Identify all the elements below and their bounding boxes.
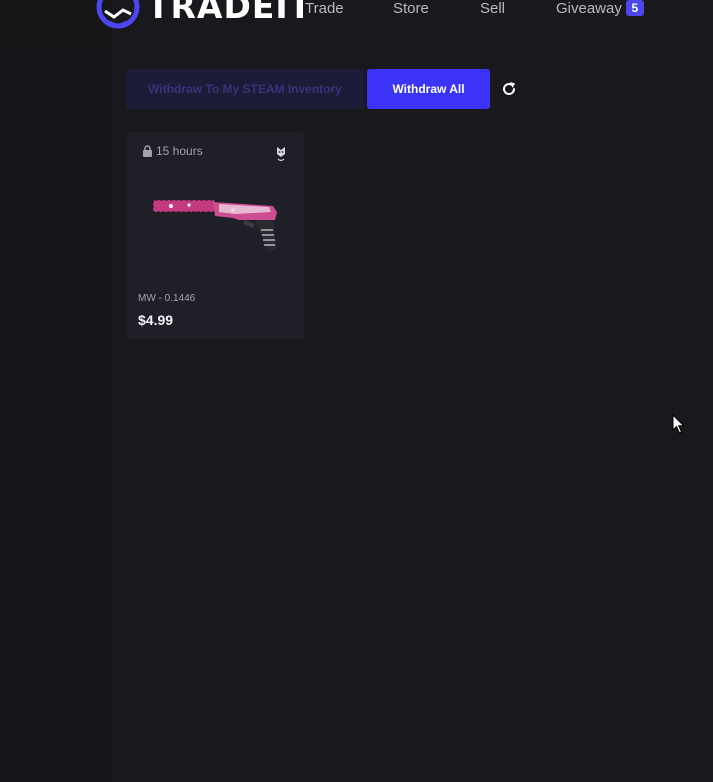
logo[interactable]: TRADEIT xyxy=(95,0,311,30)
left-gutter xyxy=(0,0,112,782)
mouse-cursor-icon xyxy=(672,414,685,434)
nav-giveaway-label: Giveaway xyxy=(556,0,622,17)
main-panel xyxy=(112,0,713,782)
lock-icon xyxy=(143,145,152,157)
nav-giveaway-link[interactable]: Giveaway 5 xyxy=(556,0,644,17)
top-navbar: TRADEIT Trade Store Sell Giveaway 5 xyxy=(0,0,713,55)
giveaway-count-badge: 5 xyxy=(625,0,644,16)
nav-sell-link[interactable]: Sell xyxy=(480,0,505,17)
logo-mark-icon xyxy=(96,0,140,29)
sticker-icon xyxy=(277,147,285,162)
lock-duration: 15 hours xyxy=(156,144,203,158)
logo-text: TRADEIT xyxy=(147,0,313,26)
withdraw-all-button[interactable]: Withdraw All xyxy=(367,69,490,109)
item-price: $4.99 xyxy=(138,312,174,328)
refresh-icon[interactable] xyxy=(500,80,518,98)
item-wear: MW - 0.1446 xyxy=(138,293,196,304)
withdraw-to-steam-button[interactable]: Withdraw To My STEAM Inventory xyxy=(126,69,364,109)
inventory-item-card[interactable]: 15 hours MW - 0.1446 $4.99 xyxy=(127,132,304,339)
nav-trade-link[interactable]: Trade xyxy=(305,0,344,17)
nav-store-link[interactable]: Store xyxy=(393,0,429,17)
weapon-skin-image xyxy=(152,199,277,252)
